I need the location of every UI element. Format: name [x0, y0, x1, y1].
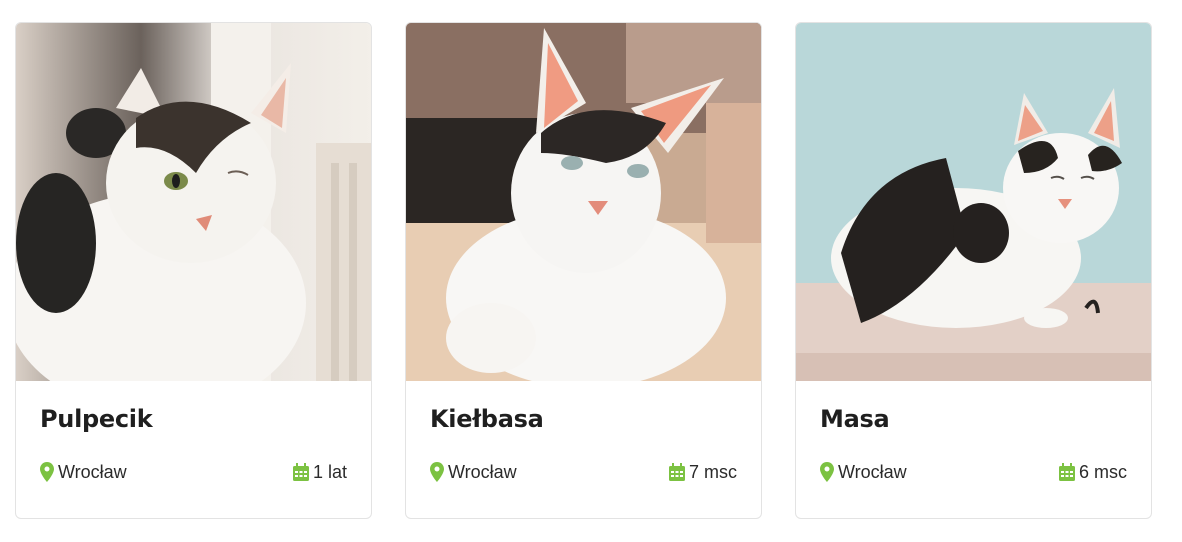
- cat-location-text: Wrocław: [448, 461, 517, 482]
- cat-location-text: Wrocław: [58, 461, 127, 482]
- cat-age: 1 lat: [292, 461, 347, 483]
- cat-location: Wrocław: [40, 462, 127, 483]
- cat-location-text: Wrocław: [838, 461, 907, 482]
- cat-photo[interactable]: [16, 23, 371, 381]
- cat-age: 7 msc: [668, 461, 737, 483]
- cat-photo-image: [796, 23, 1151, 381]
- cat-meta: Wrocław 6 msc: [820, 460, 1127, 484]
- map-marker-icon: [820, 462, 834, 482]
- cat-meta: Wrocław 1 lat: [40, 460, 347, 484]
- cat-card-kielbasa[interactable]: Kiełbasa Wrocław 7 msc: [405, 22, 762, 519]
- cat-card-masa[interactable]: Masa Wrocław 6 msc: [795, 22, 1152, 519]
- cat-age: 6 msc: [1058, 461, 1127, 483]
- cat-cards-grid: Pulpecik Wrocław 1 lat Kiełbasa Wrocław …: [0, 0, 1182, 542]
- cat-name[interactable]: Kiełbasa: [430, 405, 544, 433]
- map-marker-icon: [40, 462, 54, 482]
- cat-photo[interactable]: [796, 23, 1151, 381]
- cat-meta: Wrocław 7 msc: [430, 460, 737, 484]
- cat-photo-image: [406, 23, 761, 381]
- cat-name[interactable]: Pulpecik: [40, 405, 153, 433]
- cat-age-text: 1 lat: [312, 461, 347, 482]
- cat-age-text: 6 msc: [1078, 461, 1127, 482]
- cat-card-pulpecik[interactable]: Pulpecik Wrocław 1 lat: [15, 22, 372, 519]
- calendar-icon: [292, 463, 309, 481]
- cat-location: Wrocław: [430, 462, 517, 483]
- cat-age-text: 7 msc: [688, 461, 737, 482]
- cat-photo[interactable]: [406, 23, 761, 381]
- calendar-icon: [1058, 463, 1075, 481]
- cat-name[interactable]: Masa: [820, 405, 890, 433]
- map-marker-icon: [430, 462, 444, 482]
- cat-photo-image: [16, 23, 371, 381]
- cat-location: Wrocław: [820, 462, 907, 483]
- calendar-icon: [668, 463, 685, 481]
